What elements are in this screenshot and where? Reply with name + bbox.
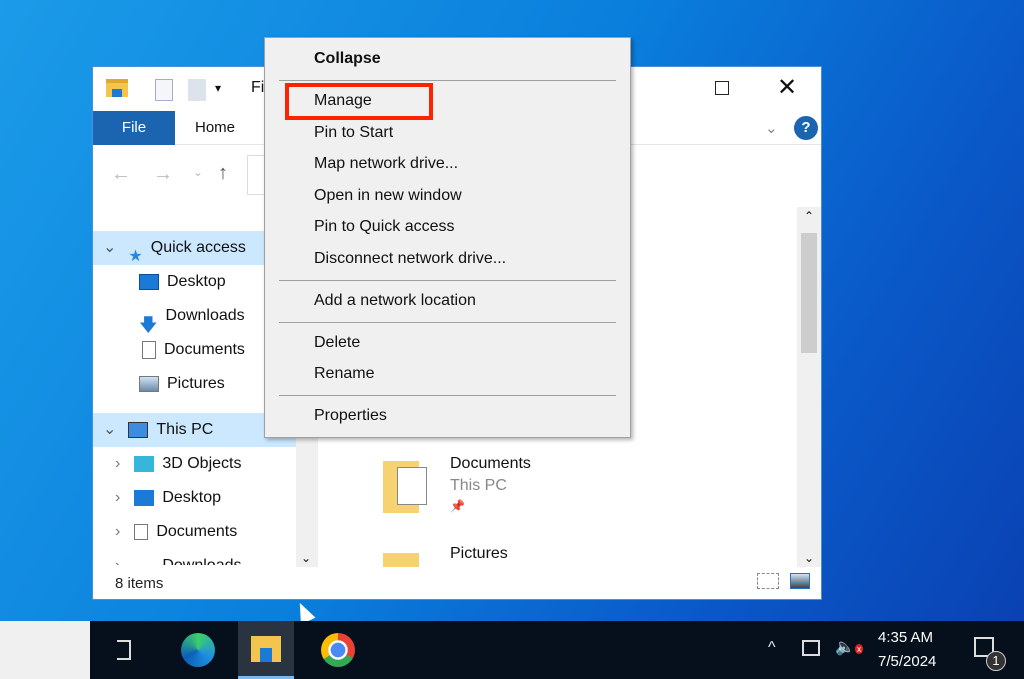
new-folder-qat-icon[interactable]	[188, 79, 206, 101]
content-item-pictures[interactable]: Pictures	[383, 543, 583, 567]
chrome-icon	[321, 633, 355, 667]
nav-pc-documents[interactable]: › Documents	[93, 515, 296, 549]
up-button[interactable]: ↑	[218, 162, 228, 185]
pictures-folder-icon	[383, 553, 419, 567]
star-icon: ★	[128, 247, 143, 265]
menu-item-map-network-drive[interactable]: Map network drive...	[265, 149, 630, 179]
download-icon: 🡇	[139, 314, 158, 335]
nav-3d-objects[interactable]: › 3D Objects	[93, 447, 296, 481]
maximize-button[interactable]	[715, 81, 729, 95]
menu-item-disconnect-network-drive[interactable]: Disconnect network drive...	[265, 244, 630, 274]
network-icon[interactable]	[802, 640, 820, 656]
scrollbar-thumb[interactable]	[801, 233, 817, 353]
pictures-icon	[139, 375, 159, 392]
menu-item-open-new-window[interactable]: Open in new window	[265, 181, 630, 211]
documents-folder-icon	[383, 461, 427, 513]
forward-button[interactable]: →	[153, 163, 173, 186]
clock-date[interactable]: 7/5/2024	[878, 653, 936, 670]
edge-button[interactable]	[170, 621, 226, 679]
taskbar: ^ 🔈 x 4:35 AM 7/5/2024 1	[90, 621, 1024, 679]
search-box[interactable]	[0, 621, 90, 679]
desktop-icon	[139, 273, 159, 290]
document-icon	[142, 340, 156, 359]
explorer-folder-icon	[106, 79, 128, 97]
clock-time[interactable]: 4:35 AM	[878, 629, 933, 646]
file-explorer-icon	[251, 635, 281, 662]
computer-icon	[128, 421, 149, 438]
close-button[interactable]: ✕	[777, 73, 797, 102]
pin-icon: 📌	[450, 499, 465, 513]
chrome-button[interactable]	[310, 621, 366, 679]
edge-icon	[181, 633, 215, 667]
notification-count-badge: 1	[986, 651, 1006, 671]
recent-locations-button[interactable]: ⌄	[193, 165, 203, 179]
show-hidden-icons-button[interactable]: ^	[768, 639, 776, 657]
volume-muted-icon[interactable]: 🔈 x	[835, 637, 864, 657]
menu-item-properties[interactable]: Properties	[265, 401, 630, 431]
cube-icon	[134, 455, 155, 472]
expand-ribbon-icon[interactable]: ⌄	[765, 119, 778, 137]
content-scrollbar[interactable]: ⌃ ⌄	[797, 207, 821, 567]
properties-qat-icon[interactable]	[155, 79, 173, 101]
download-icon	[134, 558, 154, 565]
details-view-button[interactable]	[757, 573, 779, 589]
document-icon	[134, 523, 149, 540]
tab-home[interactable]: Home	[175, 111, 255, 145]
menu-item-pin-quick-access[interactable]: Pin to Quick access	[265, 212, 630, 242]
status-item-count: 8 items	[115, 575, 164, 592]
nav-pc-downloads[interactable]: ›Downloads	[93, 549, 296, 565]
desktop-icon	[134, 489, 155, 506]
customize-qat-icon[interactable]: ▾	[215, 81, 221, 95]
task-view-icon	[117, 640, 131, 660]
nav-pc-desktop[interactable]: › Desktop	[93, 481, 296, 515]
menu-item-add-network-location[interactable]: Add a network location	[265, 286, 630, 316]
menu-item-collapse[interactable]: Collapse	[265, 44, 630, 74]
help-icon[interactable]: ?	[794, 116, 818, 140]
item-name: Documents	[450, 455, 531, 472]
file-explorer-button[interactable]	[238, 621, 294, 679]
back-button[interactable]: ←	[111, 163, 131, 186]
menu-item-delete[interactable]: Delete	[265, 328, 630, 358]
tab-file[interactable]: File	[93, 111, 175, 145]
content-item-documents[interactable]: Documents This PC 📌	[383, 453, 583, 523]
item-location: This PC	[450, 477, 507, 494]
menu-item-pin-to-start[interactable]: Pin to Start	[265, 118, 630, 148]
task-view-button[interactable]	[96, 621, 152, 679]
context-menu: Collapse Manage Pin to Start Map network…	[264, 37, 631, 438]
large-icons-view-button[interactable]	[790, 573, 810, 589]
highlight-box	[285, 83, 433, 120]
menu-item-rename[interactable]: Rename	[265, 359, 630, 389]
window-title: Fi	[251, 79, 265, 96]
item-name: Pictures	[450, 545, 508, 562]
